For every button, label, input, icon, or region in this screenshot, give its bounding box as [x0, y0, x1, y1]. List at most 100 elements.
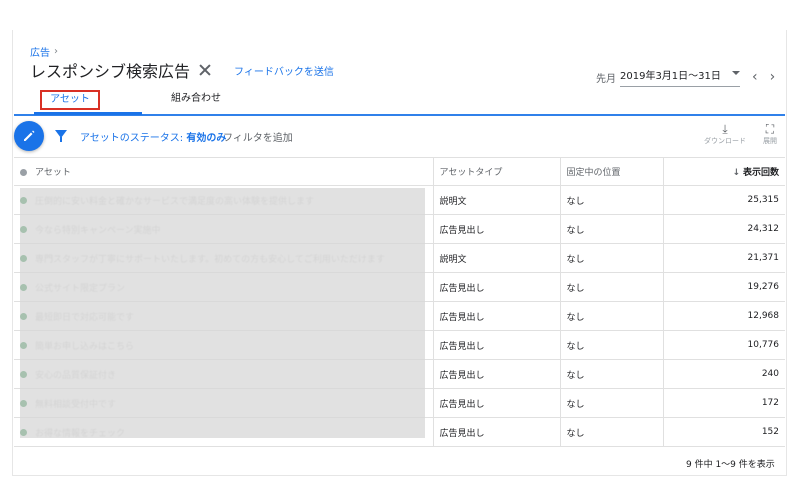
- breadcrumb-ads-link[interactable]: 広告: [30, 44, 50, 59]
- tab-combinations[interactable]: 組み合わせ: [156, 90, 236, 116]
- status-enabled-icon: [20, 196, 27, 204]
- status-enabled-icon: [20, 312, 27, 320]
- asset-type-cell: 広告見出し: [432, 417, 560, 447]
- asset-cell: 今なら特別キャンペーン実施中: [14, 214, 433, 244]
- tab-assets[interactable]: アセット: [40, 90, 100, 110]
- chevron-left-icon[interactable]: ‹: [752, 69, 758, 85]
- table-row[interactable]: 公式サイト限定プラン 広告見出し なし 19,276: [14, 272, 785, 302]
- asset-type-cell: 広告見出し: [432, 214, 560, 244]
- table-header-row: アセット アセットタイプ 固定中の位置 ↓ 表示回数: [14, 157, 785, 186]
- table-row[interactable]: 圧倒的に安い料金と確かなサービスで満足度の高い体験を提供します 説明文 なし 25,3…: [14, 185, 785, 215]
- title-row: レスポンシブ検索広告 フィードバックを送信: [30, 58, 334, 82]
- pagination-summary: 9 件中 1～9 件を表示: [686, 460, 775, 470]
- active-filter-chip[interactable]: アセットのステータス: 有効のみ: [80, 129, 226, 144]
- asset-text: お得な情報をチェック: [35, 428, 126, 439]
- asset-text: 専門スタッフが丁寧にサポートいたします。初めての方も安心してご利用いただけます: [35, 254, 385, 265]
- status-enabled-icon: [20, 428, 27, 436]
- pinned-position-cell: なし: [559, 185, 663, 215]
- asset-cell: 簡単お申し込みはこちら: [14, 330, 433, 360]
- column-header-impressions[interactable]: ↓ 表示回数: [662, 157, 785, 186]
- filter-value: 有効のみ: [186, 133, 227, 144]
- column-header-label: アセット: [35, 168, 71, 178]
- status-enabled-icon: [20, 341, 27, 349]
- filter-icon[interactable]: [55, 130, 67, 142]
- asset-cell: 公式サイト限定プラン: [14, 272, 433, 302]
- asset-cell: お得な情報をチェック: [14, 417, 433, 447]
- table-row[interactable]: お得な情報をチェック 広告見出し なし 152: [14, 417, 785, 447]
- expand-button[interactable]: ⛶ 展開: [752, 122, 788, 146]
- breadcrumb: 広告 ›: [30, 44, 58, 59]
- asset-cell: 最短即日で対応可能です: [14, 301, 433, 331]
- asset-text: 安心の品質保証付き: [35, 370, 117, 381]
- asset-type-cell: 広告見出し: [432, 301, 560, 331]
- table-row[interactable]: 簡単お申し込みはこちら 広告見出し なし 10,776: [14, 330, 785, 360]
- asset-cell: 専門スタッフが丁寧にサポートいたします。初めての方も安心してご利用いただけます: [14, 243, 433, 273]
- pinned-position-cell: なし: [559, 243, 663, 273]
- chevron-right-icon[interactable]: ›: [770, 69, 776, 85]
- asset-type-cell: 広告見出し: [432, 330, 560, 360]
- status-enabled-icon: [20, 283, 27, 291]
- status-enabled-icon: [20, 370, 27, 378]
- impressions-cell: 12,968: [662, 301, 785, 331]
- dropdown-arrow-icon: [732, 71, 740, 75]
- date-range-value: 2019年3月1日～31日: [620, 71, 721, 82]
- asset-text: 無料相談受付中です: [35, 399, 117, 410]
- table-row[interactable]: 専門スタッフが丁寧にサポートいたします。初めての方も安心してご利用いただけます 説…: [14, 243, 785, 273]
- expand-label: 展開: [763, 137, 777, 145]
- add-filter-button[interactable]: フィルタを追加: [223, 129, 293, 144]
- table-row[interactable]: 今なら特別キャンペーン実施中 広告見出し なし 24,312: [14, 214, 785, 244]
- impressions-cell: 152: [662, 417, 785, 447]
- asset-cell: 安心の品質保証付き: [14, 359, 433, 389]
- pinned-position-cell: なし: [559, 388, 663, 418]
- impressions-cell: 25,315: [662, 185, 785, 215]
- asset-text: 公式サイト限定プラン: [35, 283, 126, 294]
- feedback-link[interactable]: フィードバックを送信: [234, 63, 334, 78]
- asset-type-cell: 説明文: [432, 243, 560, 273]
- asset-text: 最短即日で対応可能です: [35, 312, 135, 323]
- column-header-asset-type[interactable]: アセットタイプ: [432, 157, 560, 186]
- assets-table: アセット アセットタイプ 固定中の位置 ↓ 表示回数 圧倒的に安い料金と確かなサー…: [14, 157, 785, 447]
- download-label: ダウンロード: [704, 137, 746, 145]
- date-range-picker: 先月 2019年3月1日～31日 ‹ ›: [596, 67, 775, 87]
- impressions-cell: 172: [662, 388, 785, 418]
- pinned-position-cell: なし: [559, 214, 663, 244]
- status-enabled-icon: [20, 254, 27, 262]
- asset-type-cell: 広告見出し: [432, 388, 560, 418]
- asset-text: 簡単お申し込みはこちら: [35, 341, 135, 352]
- pinned-position-cell: なし: [559, 330, 663, 360]
- fullscreen-icon: ⛶: [765, 122, 775, 136]
- filter-prefix: アセットのステータス:: [80, 133, 187, 144]
- impressions-cell: 21,371: [662, 243, 785, 273]
- close-icon[interactable]: [198, 63, 212, 77]
- impressions-cell: 10,776: [662, 330, 785, 360]
- asset-type-cell: 広告見出し: [432, 359, 560, 389]
- asset-cell: 圧倒的に安い料金と確かなサービスで満足度の高い体験を提供します: [14, 185, 433, 215]
- column-header-asset[interactable]: アセット: [14, 157, 433, 186]
- asset-type-cell: 広告見出し: [432, 272, 560, 302]
- edit-button[interactable]: [14, 121, 44, 151]
- asset-cell: 無料相談受付中です: [14, 388, 433, 418]
- column-header-label: 表示回数: [742, 168, 779, 178]
- download-icon: ⤓: [722, 122, 728, 136]
- pinned-position-cell: なし: [559, 417, 663, 447]
- status-dot-icon: [20, 169, 27, 176]
- download-button[interactable]: ⤓ ダウンロード: [703, 122, 747, 146]
- asset-text: 圧倒的に安い料金と確かなサービスで満足度の高い体験を提供します: [35, 196, 315, 207]
- column-header-pinned-position[interactable]: 固定中の位置: [559, 157, 663, 186]
- tab-bar: アセット 組み合わせ: [14, 90, 785, 116]
- page-title: レスポンシブ検索広告: [30, 62, 191, 81]
- pinned-position-cell: なし: [559, 272, 663, 302]
- date-range-label: 先月: [596, 73, 616, 85]
- asset-text: 今なら特別キャンペーン実施中: [35, 225, 161, 236]
- impressions-cell: 24,312: [662, 214, 785, 244]
- table-row[interactable]: 最短即日で対応可能です 広告見出し なし 12,968: [14, 301, 785, 331]
- impressions-cell: 19,276: [662, 272, 785, 302]
- table-row[interactable]: 無料相談受付中です 広告見出し なし 172: [14, 388, 785, 418]
- toolbar-divider: [14, 114, 785, 116]
- date-range-select[interactable]: 2019年3月1日～31日: [620, 67, 740, 87]
- table-row[interactable]: 安心の品質保証付き 広告見出し なし 240: [14, 359, 785, 389]
- chevron-right-icon: ›: [54, 46, 58, 57]
- status-enabled-icon: [20, 399, 27, 407]
- sort-descending-icon: ↓: [732, 168, 740, 178]
- asset-type-cell: 説明文: [432, 185, 560, 215]
